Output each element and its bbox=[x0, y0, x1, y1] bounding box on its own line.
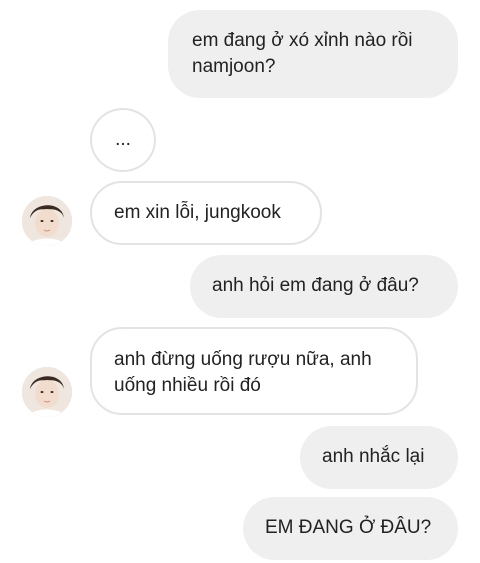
outgoing-message[interactable]: em đang ở xó xỉnh nào rồi namjoon? bbox=[168, 10, 458, 98]
outgoing-message[interactable]: anh hỏi em đang ở đâu? bbox=[190, 255, 458, 318]
avatar-photo bbox=[22, 196, 72, 246]
avatar-photo bbox=[22, 367, 72, 417]
outgoing-message[interactable]: anh nhắc lại bbox=[300, 426, 458, 489]
message-text: anh đừng uống rượu nữa, anh uống nhiều r… bbox=[114, 349, 372, 396]
message-text: em xin lỗi, jungkook bbox=[114, 202, 281, 223]
incoming-message[interactable]: anh đừng uống rượu nữa, anh uống nhiều r… bbox=[90, 327, 418, 415]
message-text: em đang ở xó xỉnh nào rồi namjoon? bbox=[192, 30, 413, 77]
message-text: ... bbox=[115, 129, 131, 150]
message-text: anh nhắc lại bbox=[322, 446, 425, 467]
outgoing-message[interactable]: EM ĐANG Ở ĐÂU? bbox=[243, 497, 458, 560]
incoming-message[interactable]: ... bbox=[90, 108, 156, 172]
incoming-message[interactable]: em xin lỗi, jungkook bbox=[90, 181, 322, 245]
message-text: anh hỏi em đang ở đâu? bbox=[212, 275, 419, 296]
message-text: EM ĐANG Ở ĐÂU? bbox=[265, 517, 432, 538]
contact-avatar[interactable] bbox=[22, 367, 72, 417]
contact-avatar[interactable] bbox=[22, 196, 72, 246]
